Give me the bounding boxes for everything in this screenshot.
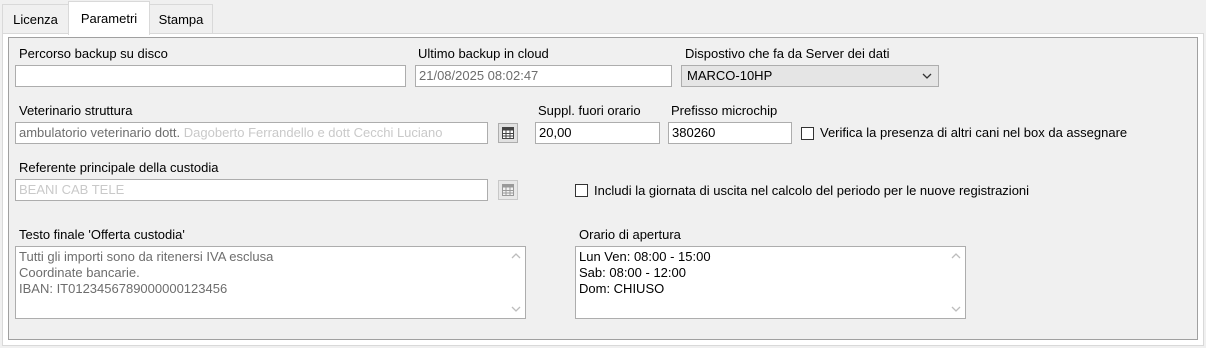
offer-text-memo[interactable]: Tutti gli importi sono da ritenersi IVA … [15,246,526,319]
grid-lookup-icon [502,184,514,196]
opening-hours-line: Dom: CHIUSO [579,281,665,296]
last-cloud-backup-label: Ultimo backup in cloud [418,46,549,61]
scroll-up-icon[interactable] [951,251,961,261]
include-exit-day-label: Includi la giornata di uscita nel calcol… [594,183,1030,198]
tab-parametri-label: Parametri [80,11,138,26]
check-other-dogs-checkbox[interactable] [801,127,814,140]
vet-label: Veterinario struttura [19,103,133,118]
vet-lookup-button[interactable] [498,123,518,143]
tab-licenza-label: Licenza [13,11,58,27]
offer-text-line: Tutti gli importi sono da ritenersi IVA … [19,249,274,264]
offer-text-scrollbar[interactable] [508,247,525,318]
opening-hours-scrollbar[interactable] [948,247,965,318]
opening-hours-label: Orario di apertura [579,227,681,242]
offer-text-line: Coordinate bancarie. [19,265,140,280]
data-server-select[interactable]: MARCO-10HP [681,65,939,87]
custody-ref-input[interactable]: BEANI CAB TELE [15,179,488,201]
custody-ref-lookup-button[interactable] [498,180,518,200]
opening-hours-line: Lun Ven: 08:00 - 15:00 [579,249,711,264]
offer-text-line: IBAN: IT0123456789000000123456 [19,281,228,296]
microchip-input[interactable]: 380260 [668,122,792,144]
vet-value: ambulatorio veterinario dott. [19,125,181,140]
scroll-up-icon[interactable] [511,251,521,261]
scroll-down-icon[interactable] [511,304,521,314]
offer-text-label: Testo finale 'Offerta custodia' [19,227,185,242]
opening-hours-line: Sab: 08:00 - 12:00 [579,265,686,280]
tab-stampa-label: Stampa [158,11,204,27]
backup-path-input[interactable] [15,65,406,87]
scroll-down-icon[interactable] [951,304,961,314]
tab-stampa[interactable]: Stampa [149,4,213,33]
backup-path-label: Percorso backup su disco [19,46,168,61]
surcharge-label: Suppl. fuori orario [538,103,641,118]
surcharge-input[interactable]: 20,00 [535,122,660,144]
custody-ref-label: Referente principale della custodia [19,160,219,175]
check-other-dogs-label: Verifica la presenza di altri cani nel b… [820,125,1128,140]
microchip-label: Prefisso microchip [671,103,778,118]
tab-strip: Licenza Parametri Stampa [0,0,1206,35]
last-cloud-backup-field: 21/08/2025 08:02:47 [415,65,672,87]
grid-lookup-icon [502,127,514,139]
data-server-value: MARCO-10HP [687,68,773,83]
data-server-label: Dispostivo che fa da Server dei dati [685,46,890,61]
tab-parametri[interactable]: Parametri [68,1,150,35]
chevron-down-icon [922,73,932,79]
tab-licenza[interactable]: Licenza [2,4,69,33]
vet-input[interactable]: ambulatorio veterinario dott. Dagoberto … [15,122,488,144]
opening-hours-memo[interactable]: Lun Ven: 08:00 - 15:00 Sab: 08:00 - 12:0… [575,246,966,319]
vet-value-faded: Dagoberto Ferrandello e dott Cecchi Luci… [183,125,443,140]
include-exit-day-checkbox[interactable] [575,184,588,197]
